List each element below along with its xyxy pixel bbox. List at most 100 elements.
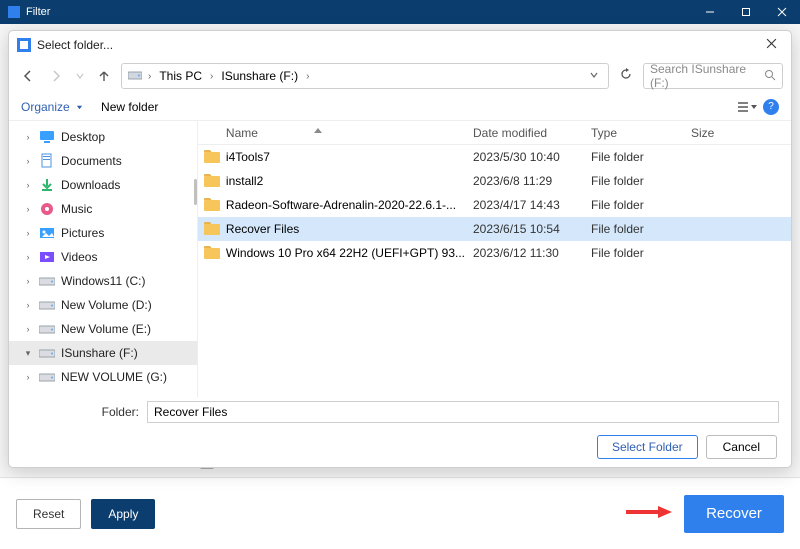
tree-item[interactable]: › Desktop [9,125,197,149]
list-row[interactable]: Radeon-Software-Adrenalin-2020-22.6.1-..… [198,193,791,217]
expand-icon[interactable]: › [23,204,33,214]
dialog-close-button[interactable] [759,38,783,52]
minimize-button[interactable] [692,0,728,24]
row-date: 2023/6/8 11:29 [473,174,591,188]
view-options-button[interactable] [737,100,753,114]
list-row[interactable]: install22023/6/8 11:29File folder [198,169,791,193]
drive-icon [39,369,55,385]
tree-item[interactable]: ›New Volume (D:) [9,293,197,317]
column-date[interactable]: Date modified [473,126,591,140]
row-type: File folder [591,198,691,212]
column-name[interactable]: Name [198,126,473,140]
expand-icon[interactable]: › [23,228,33,238]
row-type: File folder [591,222,691,236]
chevron-right-icon[interactable]: › [146,71,153,82]
tree-item-label: New Volume (E:) [61,322,151,336]
tree-item-label: Documents [61,154,122,168]
address-bar[interactable]: › This PC › ISunshare (F:) › [121,63,609,89]
expand-icon[interactable]: › [23,300,33,310]
help-button[interactable]: ? [763,99,779,115]
sort-indicator-icon [314,122,322,136]
address-dropdown-button[interactable] [586,71,602,82]
tree-item[interactable]: ›Windows11 (C:) [9,269,197,293]
tree-item[interactable]: ▾ ISunshare (F:) [9,341,197,365]
bottom-bar: Reset Apply Recover [0,477,800,549]
select-folder-dialog: Select folder... › Thi [8,30,792,468]
nav-recent-dropdown[interactable] [73,65,87,87]
row-name: Radeon-Software-Adrenalin-2020-22.6.1-..… [226,198,473,212]
nav-up-button[interactable] [93,65,115,87]
folder-tree[interactable]: › Desktop › Documents › Downloads › Music ›Pictu… [9,121,198,397]
expand-icon[interactable]: ▾ [23,348,33,359]
tree-item[interactable]: › NEW VOLUME (G:) [9,365,197,389]
nav-back-button[interactable] [17,65,39,87]
expand-icon[interactable]: › [23,252,33,262]
dialog-title-text: Select folder... [37,38,113,52]
dialog-footer: Select Folder Cancel [9,427,791,467]
tree-item-label: Music [61,202,92,216]
downloads-icon [39,177,55,193]
cancel-button[interactable]: Cancel [706,435,777,459]
documents-icon [39,153,55,169]
organize-menu[interactable]: Organize [21,100,83,114]
tree-item[interactable]: › Documents [9,149,197,173]
maximize-button[interactable] [728,0,764,24]
chevron-right-icon[interactable]: › [304,71,311,82]
file-list: Name Date modified Type Size i4Tools7202… [198,121,791,397]
expand-icon[interactable]: › [23,132,33,142]
column-type[interactable]: Type [591,126,691,140]
folder-name-row: Folder: [9,397,791,427]
tree-item[interactable]: ›Pictures [9,221,197,245]
tree-item-label: Downloads [61,178,120,192]
recover-button[interactable]: Recover [684,495,784,533]
reset-button[interactable]: Reset [16,499,81,529]
tree-item[interactable]: › Downloads [9,173,197,197]
list-header[interactable]: Name Date modified Type Size [198,121,791,145]
search-placeholder-text: Search ISunshare (F:) [650,62,760,90]
chevron-right-icon[interactable]: › [208,71,215,82]
music-icon [39,201,55,217]
select-folder-button[interactable]: Select Folder [597,435,698,459]
refresh-button[interactable] [615,67,637,86]
drive-icon [39,273,55,289]
nav-forward-button[interactable] [45,65,67,87]
new-folder-button[interactable]: New folder [101,100,158,114]
close-button[interactable] [764,0,800,24]
expand-icon[interactable]: › [23,372,33,382]
row-date: 2023/6/15 10:54 [473,222,591,236]
videos-icon [39,249,55,265]
search-input[interactable]: Search ISunshare (F:) [643,63,783,89]
tree-item-label: Desktop [61,130,105,144]
row-type: File folder [591,150,691,164]
list-row[interactable]: Windows 10 Pro x64 22H2 (UEFI+GPT) 93...… [198,241,791,265]
column-size[interactable]: Size [691,126,791,140]
tree-item[interactable]: › Music [9,197,197,221]
row-type: File folder [591,174,691,188]
pictures-icon [39,225,55,241]
tree-item[interactable]: › New Volume (E:) [9,317,197,341]
expand-icon[interactable]: › [23,180,33,190]
folder-icon [204,222,220,236]
tree-item-label: NEW VOLUME (G:) [61,370,167,384]
outer-title-text: Filter [26,6,692,18]
path-segment-drive[interactable]: ISunshare (F:) [219,69,300,83]
apply-button[interactable]: Apply [91,499,155,529]
folder-label: Folder: [21,405,139,419]
app-icon [8,6,20,18]
folder-icon [204,150,220,164]
drive-icon [128,69,142,84]
tree-item[interactable]: ›Videos [9,245,197,269]
annotation-arrow-recover [624,504,672,520]
drive-icon [39,345,55,361]
list-row[interactable]: i4Tools72023/5/30 10:40File folder [198,145,791,169]
list-row[interactable]: Recover Files2023/6/15 10:54File folder [198,217,791,241]
expand-icon[interactable]: › [23,276,33,286]
expand-icon[interactable]: › [23,156,33,166]
dialog-nav: › This PC › ISunshare (F:) › Search ISun… [9,59,791,93]
path-segment-this-pc[interactable]: This PC [157,69,204,83]
tree-item-label: ISunshare (F:) [61,346,138,360]
expand-icon[interactable]: › [23,324,33,334]
folder-name-input[interactable] [147,401,779,423]
search-icon [764,69,776,84]
row-date: 2023/6/12 11:30 [473,246,591,260]
